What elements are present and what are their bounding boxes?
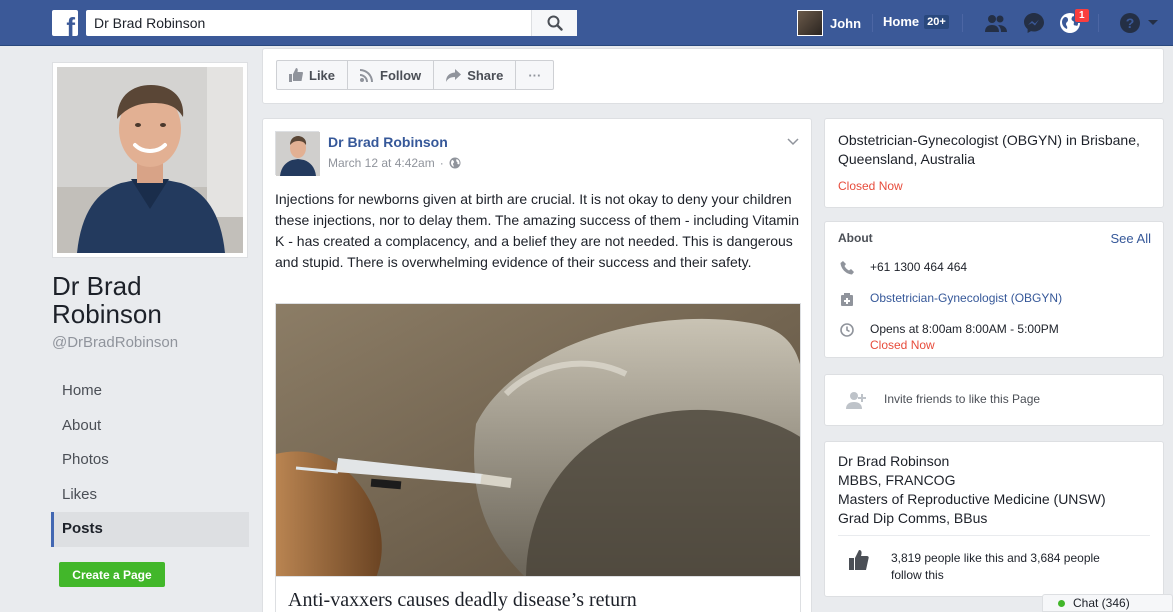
post-timestamp: March 12 at 4:42am · (328, 156, 461, 170)
like-button[interactable]: Like (277, 61, 349, 89)
about-category-row: Obstetrician-Gynecologist (OBGYN) (838, 290, 1062, 308)
chat-bar[interactable]: Chat (346) (1042, 594, 1173, 612)
like-label: Like (309, 67, 336, 83)
profile-photo (57, 67, 243, 253)
phone-number[interactable]: +61 1300 464 464 (870, 259, 967, 276)
divider (872, 14, 873, 32)
follow-button[interactable]: Follow (348, 61, 435, 89)
divider (962, 14, 963, 32)
credential-line: MBBS, FRANCOG (838, 472, 956, 488)
thumbs-up-icon (289, 68, 303, 82)
nav-item-home[interactable]: Home (51, 374, 249, 409)
user-name: John (830, 15, 862, 31)
search-button[interactable] (531, 10, 577, 36)
avatar (797, 10, 823, 36)
invite-friends-label: Invite friends to like this Page (884, 392, 1041, 406)
chat-label: Chat (346) (1073, 596, 1130, 610)
post-author-name[interactable]: Dr Brad Robinson (328, 134, 448, 150)
messages-button[interactable] (1022, 12, 1046, 34)
chevron-down-icon (787, 138, 799, 146)
online-status-icon (1058, 599, 1065, 607)
page-action-buttons: Like Follow Share ··· (276, 60, 555, 90)
friends-icon (985, 15, 1007, 32)
nav-item-posts[interactable]: Posts (51, 512, 249, 547)
about-phone-row: +61 1300 464 464 (838, 259, 967, 277)
nav-item-likes[interactable]: Likes (51, 478, 249, 513)
phone-icon (840, 261, 854, 275)
see-all-link[interactable]: See All (1111, 231, 1151, 246)
search-input[interactable] (86, 10, 531, 36)
home-link[interactable]: Home 20+ (883, 14, 949, 29)
page-title: Dr Brad Robinson (52, 271, 162, 329)
svg-text:?: ? (1126, 15, 1135, 31)
page-actions-card: Like Follow Share ··· (262, 48, 1164, 104)
invite-card[interactable]: Invite friends to like this Page (824, 374, 1164, 426)
profile-link[interactable]: John (797, 10, 861, 36)
divider (838, 535, 1150, 536)
credentials-list: Dr Brad Robinson MBBS, FRANCOG Masters o… (838, 452, 1106, 528)
credential-line: Dr Brad Robinson (838, 453, 950, 469)
share-arrow-icon (446, 68, 462, 82)
profile-portrait-image (57, 67, 243, 253)
category-card: Obstetrician-Gynecologist (OBGYN) in Bri… (824, 118, 1164, 208)
post-time-text[interactable]: March 12 at 4:42am (328, 156, 435, 170)
time-separator: · (439, 156, 444, 170)
follow-label: Follow (380, 67, 422, 83)
medical-bag-icon (841, 293, 853, 306)
create-page-button[interactable]: Create a Page (59, 562, 165, 587)
help-icon: ? (1120, 13, 1140, 33)
caret-down-icon (1148, 20, 1158, 25)
divider (1098, 14, 1099, 32)
public-globe-icon[interactable] (449, 157, 461, 169)
credential-line: Masters of Reproductive Medicine (UNSW) (838, 491, 1106, 507)
home-badge: 20+ (924, 14, 949, 29)
top-bar: f John Home 20+ 1 ? (0, 0, 1173, 46)
messenger-icon (1024, 13, 1044, 33)
avatar-image (276, 132, 320, 176)
search-icon (547, 15, 563, 31)
page-handle[interactable]: @DrBradRobinson (52, 334, 178, 351)
post-options-button[interactable] (787, 133, 799, 151)
notification-count-badge: 1 (1074, 8, 1090, 23)
account-menu-button[interactable] (1146, 12, 1160, 34)
post-link-image[interactable] (275, 303, 801, 577)
page-category-location: Obstetrician-Gynecologist (OBGYN) in Bri… (838, 132, 1140, 167)
opening-hours: Opens at 8:00am 8:00AM - 5:00PM (870, 322, 1059, 336)
likes-followers-count: 3,819 people like this and 3,684 people … (891, 551, 1100, 582)
about-card: About See All +61 1300 464 464 Obstetric… (824, 221, 1164, 358)
post-author-avatar[interactable] (275, 131, 320, 176)
friend-requests-button[interactable] (984, 12, 1008, 34)
likes-summary: 3,819 people like this and 3,684 people … (849, 550, 1131, 584)
credentials-card: Dr Brad Robinson MBBS, FRANCOG Masters o… (824, 441, 1164, 597)
nav-item-about[interactable]: About (51, 409, 249, 444)
search-box (86, 10, 577, 36)
injection-photo (276, 304, 800, 576)
home-label: Home (883, 14, 920, 29)
more-options-button[interactable]: ··· (516, 61, 553, 89)
nav-item-photos[interactable]: Photos (51, 443, 249, 478)
clock-icon (840, 323, 854, 337)
link-preview-title[interactable]: Anti-vaxxers causes deadly disease’s ret… (275, 577, 801, 612)
post-body-text: Injections for newborns given at birth a… (275, 191, 799, 270)
help-button[interactable]: ? (1118, 12, 1142, 34)
hours-status: Closed Now (870, 338, 935, 352)
about-hours-row: Opens at 8:00am 8:00AM - 5:00PM Closed N… (838, 321, 1059, 352)
credential-line: Grad Dip Comms, BBus (838, 510, 988, 526)
share-label: Share (467, 67, 504, 83)
facebook-logo-icon[interactable]: f (52, 10, 78, 36)
rss-icon (360, 69, 374, 82)
about-heading: About (838, 231, 873, 245)
category-link[interactable]: Obstetrician-Gynecologist (OBGYN) (870, 290, 1062, 307)
profile-picture[interactable] (52, 62, 248, 258)
thumbs-up-icon (849, 550, 869, 570)
page-nav: Home About Photos Likes Posts (51, 374, 249, 547)
add-person-icon (846, 392, 866, 409)
open-status: Closed Now (838, 179, 903, 193)
post-card: Dr Brad Robinson March 12 at 4:42am · In… (262, 118, 812, 612)
share-button[interactable]: Share (434, 61, 517, 89)
